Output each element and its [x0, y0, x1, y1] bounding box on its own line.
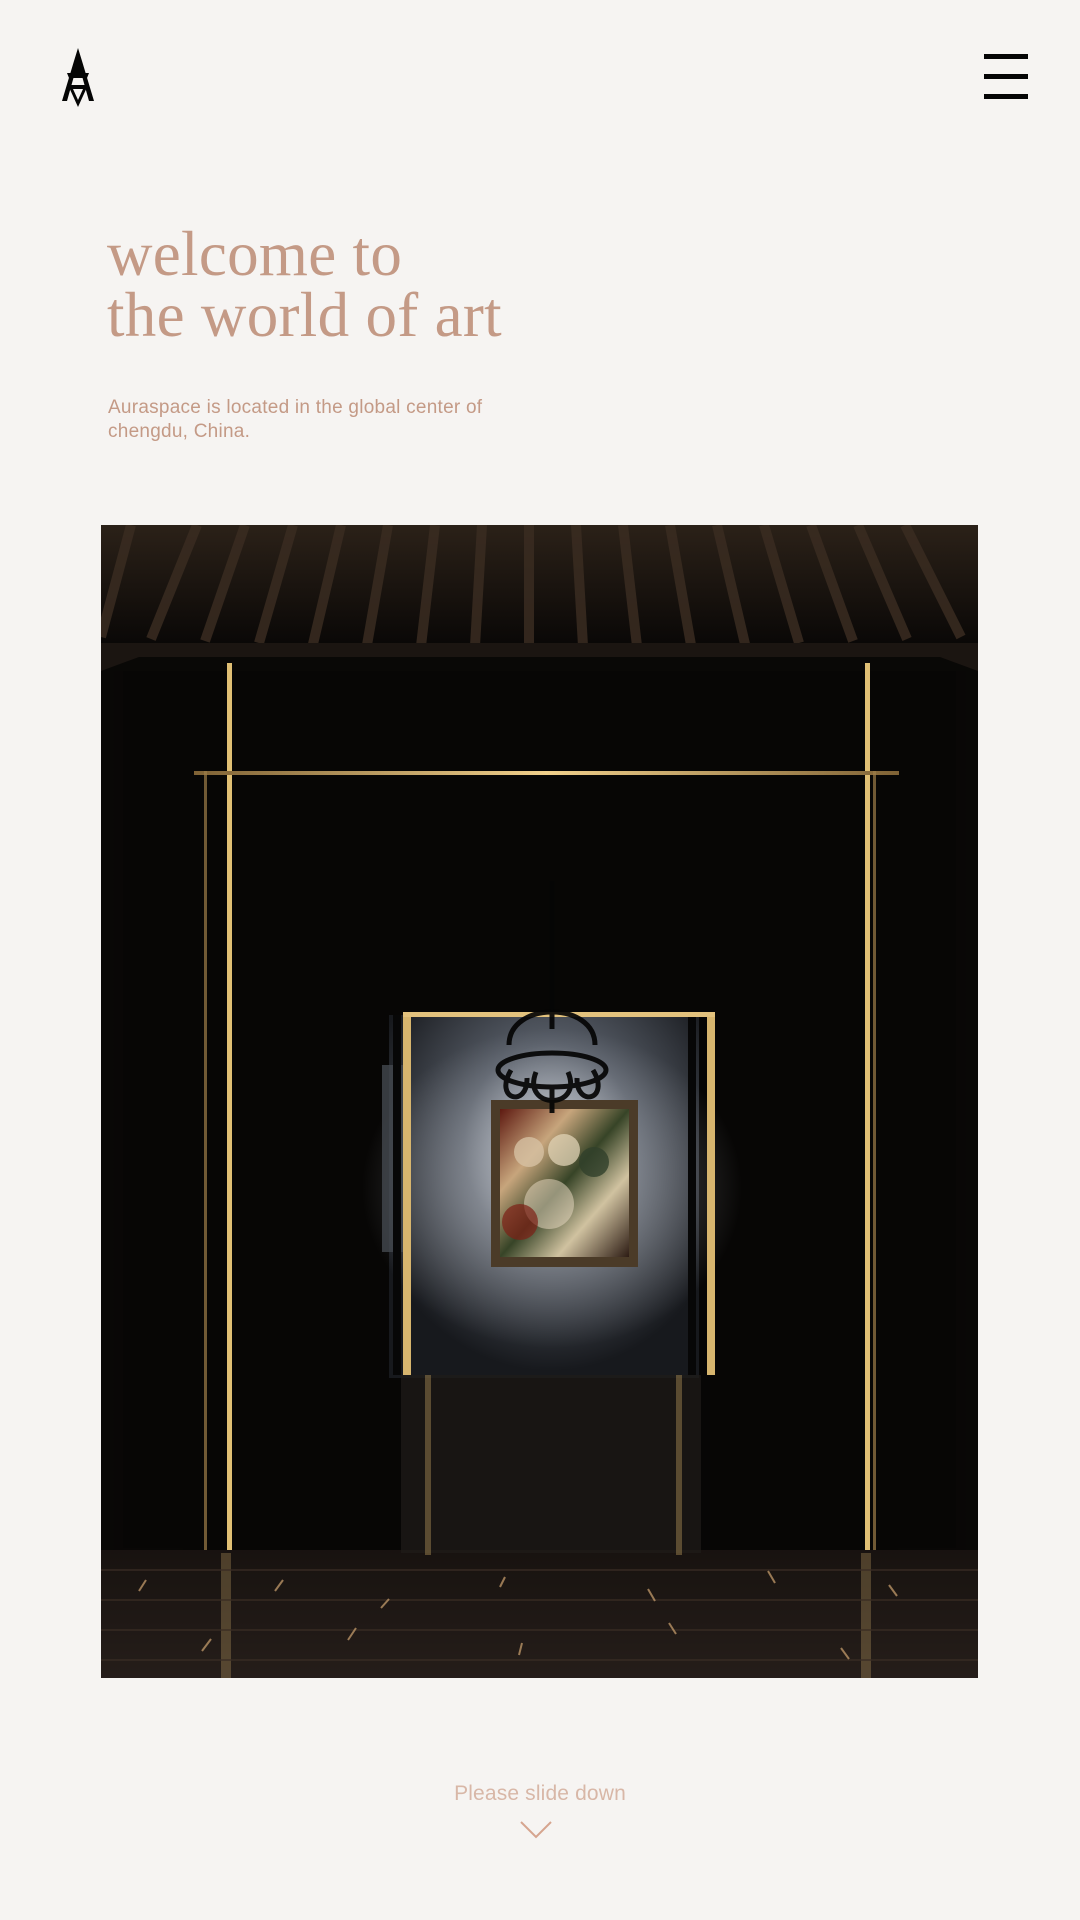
- hero-title-line-1: welcome to: [107, 219, 403, 289]
- hamburger-menu-icon: [984, 54, 1028, 59]
- hero-title-line-2: the world of art: [107, 280, 502, 350]
- hamburger-menu-icon: [984, 74, 1028, 79]
- hamburger-menu-icon: [984, 94, 1028, 99]
- hero-subtitle-line-1: Auraspace is located in the global cente…: [108, 397, 483, 418]
- gallery-corridor-image: [101, 525, 978, 1678]
- hero-title: welcome to the world of art: [107, 219, 667, 350]
- hero-subtitle: Auraspace is located in the global cente…: [108, 396, 578, 444]
- hero-subtitle-line-2: chengdu, China.: [108, 421, 251, 442]
- aura-space-logo-icon[interactable]: [58, 46, 98, 108]
- chevron-down-icon[interactable]: [519, 1820, 553, 1840]
- hamburger-menu-button[interactable]: [984, 54, 1028, 100]
- scroll-hint: Please slide down: [454, 1782, 626, 1805]
